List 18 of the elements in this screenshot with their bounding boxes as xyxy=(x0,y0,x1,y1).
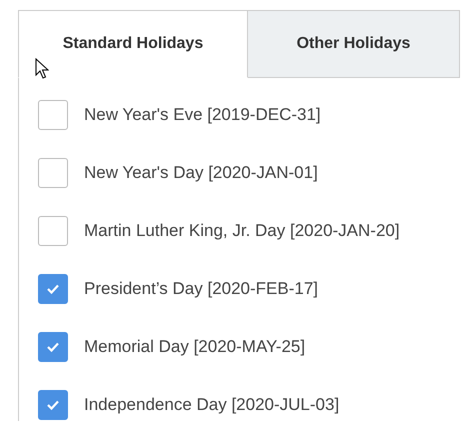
check-icon xyxy=(46,399,60,411)
cursor-icon xyxy=(35,58,49,80)
tab[interactable]: Other Holidays xyxy=(248,10,460,78)
checkbox[interactable] xyxy=(38,274,68,304)
checkbox[interactable] xyxy=(38,332,68,362)
tab[interactable]: Standard Holidays xyxy=(18,10,248,78)
checkbox[interactable] xyxy=(38,100,68,130)
checkbox[interactable] xyxy=(38,390,68,420)
check-icon xyxy=(46,283,60,295)
checkbox[interactable] xyxy=(38,158,68,188)
holiday-label: New Year's Eve [2019-DEC-31] xyxy=(84,105,321,125)
checkbox[interactable] xyxy=(38,216,68,246)
holiday-label: New Year's Day [2020-JAN-01] xyxy=(84,163,318,183)
holiday-label: Martin Luther King, Jr. Day [2020-JAN-20] xyxy=(84,221,400,241)
check-icon xyxy=(46,341,60,353)
holiday-label: Memorial Day [2020-MAY-25] xyxy=(84,337,306,357)
holiday-label: Independence Day [2020-JUL-03] xyxy=(84,395,340,415)
holiday-label: President’s Day [2020-FEB-17] xyxy=(84,279,318,299)
